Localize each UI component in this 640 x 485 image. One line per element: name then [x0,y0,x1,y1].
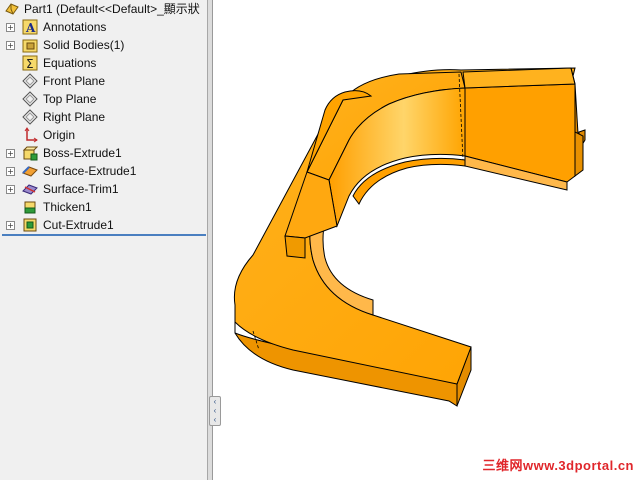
tree-item-label: Boss-Extrude1 [43,146,122,160]
tree-item-label: Thicken1 [43,200,92,214]
tree-item-solid-bodies[interactable]: + Solid Bodies(1) [0,36,205,54]
graphics-viewport[interactable]: 三维网www.3dportal.cn [213,0,640,480]
tree-item-label: Origin [43,128,76,142]
svg-text:A: A [25,21,36,35]
tree-item-thicken1[interactable]: Thicken1 [0,198,205,216]
tree-item-equations[interactable]: Σ Equations [0,54,205,72]
expand-icon[interactable]: + [6,23,15,32]
solid-bodies-folder-icon [22,37,38,53]
tree-item-label: Front Plane [43,74,106,88]
surface-trim-icon [22,181,38,197]
tree-item-label: Right Plane [43,110,106,124]
part-icon [4,1,20,17]
tree-item-annotations[interactable]: + A Annotations [0,18,205,36]
annotations-icon: A [22,19,38,35]
plane-icon [22,91,38,107]
tree-item-right-plane[interactable]: Right Plane [0,108,205,126]
tree-item-surface-extrude1[interactable]: + Surface-Extrude1 [0,162,205,180]
plane-icon [22,109,38,125]
svg-text:Σ: Σ [26,57,34,71]
thicken-icon [22,199,38,215]
tree-root-label: Part1 (Default<<Default>_顯示狀 [24,2,200,16]
tree-item-origin[interactable]: Origin [0,126,205,144]
rollback-bar[interactable] [2,234,206,236]
expand-icon[interactable]: + [6,185,15,194]
surface-extrude-icon [22,163,38,179]
expand-icon[interactable]: + [6,221,15,230]
tree-item-label: Equations [43,56,97,70]
expand-icon[interactable]: + [6,41,15,50]
plane-icon [22,73,38,89]
tree-item-boss-extrude1[interactable]: + Boss-Extrude1 [0,144,205,162]
tree-item-label: Surface-Trim1 [43,182,119,196]
tree-item-top-plane[interactable]: Top Plane [0,90,205,108]
boss-extrude-icon [22,145,39,161]
tree-item-surface-trim1[interactable]: + Surface-Trim1 [0,180,205,198]
feature-manager-tree: Part1 (Default<<Default>_顯示狀 + A Annotat… [0,0,208,480]
tree-item-label: Top Plane [43,92,97,106]
watermark-text: 三维网www.3dportal.cn [482,458,634,473]
tree-root-part1[interactable]: Part1 (Default<<Default>_顯示狀 [0,0,205,18]
tree-item-front-plane[interactable]: Front Plane [0,72,205,90]
tree-item-label: Cut-Extrude1 [43,218,114,232]
equations-icon: Σ [22,55,38,71]
part-model [233,67,586,407]
origin-icon [22,127,38,143]
tree-item-label: Solid Bodies(1) [43,38,125,52]
expand-icon[interactable]: + [6,149,15,158]
tree-item-cut-extrude1[interactable]: + Cut-Extrude1 [0,216,205,234]
expand-icon[interactable]: + [6,167,15,176]
cut-extrude-icon [22,217,38,233]
tree-item-label: Annotations [43,20,107,34]
tree-item-label: Surface-Extrude1 [43,164,137,178]
